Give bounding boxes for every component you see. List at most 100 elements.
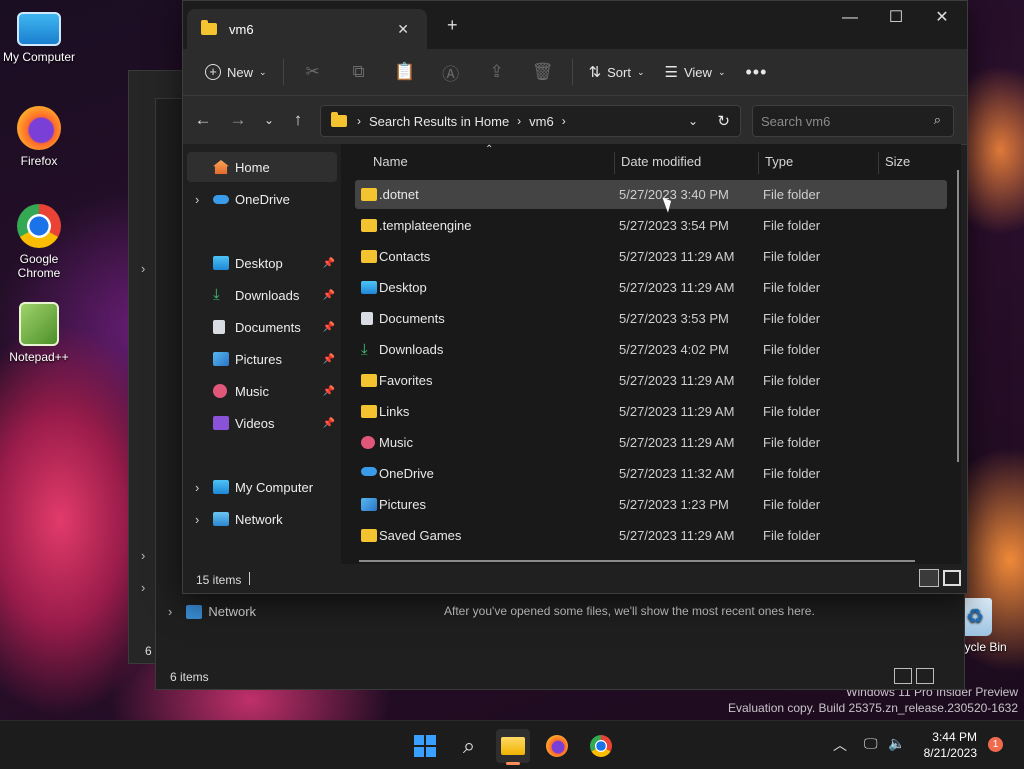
breadcrumb-search-results[interactable]: Search Results in Home xyxy=(369,114,509,129)
close-window-button[interactable]: ✕ xyxy=(919,5,965,31)
desktop-icon-label: My Computer xyxy=(2,50,76,64)
search-taskbar-button[interactable]: ⌕ xyxy=(452,729,486,763)
horizontal-scrollbar[interactable] xyxy=(359,560,915,562)
address-dropdown-icon[interactable]: ⌄ xyxy=(688,114,698,128)
details-view-icon[interactable] xyxy=(919,569,939,587)
file-row[interactable]: Saved Games 5/27/2023 11:29 AM File folder xyxy=(355,521,947,550)
vertical-scrollbar[interactable] xyxy=(957,170,959,462)
desktop-icon-notepadpp[interactable]: Notepad++ xyxy=(0,302,78,364)
show-hidden-icons-button[interactable]: ︿ xyxy=(833,735,847,755)
taskbar: ⌕ ︿ 🖵 🔈 3:44 PM 8/21/2023 1 xyxy=(0,720,1024,769)
file-row[interactable]: Desktop 5/27/2023 11:29 AM File folder xyxy=(355,273,947,302)
video-icon xyxy=(213,416,229,430)
file-row[interactable]: Links 5/27/2023 11:29 AM File folder xyxy=(355,397,947,426)
chevron-right-icon[interactable]: › xyxy=(195,480,213,495)
column-header-name[interactable]: Name xyxy=(373,154,408,169)
chevron-down-icon: ⌄ xyxy=(636,66,645,77)
address-bar[interactable]: › Search Results in Home › vm6 › ⌄ ↻ xyxy=(320,105,741,137)
sidebar-item-my-computer[interactable]: › My Computer xyxy=(187,472,337,502)
desktop-icon-my-computer[interactable]: My Computer xyxy=(0,8,78,64)
search-box[interactable]: ⌕ xyxy=(752,105,954,137)
file-name: Links xyxy=(379,404,410,419)
sidebar-item-documents[interactable]: Documents 📌 xyxy=(187,312,337,342)
sort-button[interactable]: ⇅ Sort ⌄ xyxy=(579,56,655,88)
file-row[interactable]: .templateengine 5/27/2023 3:54 PM File fol… xyxy=(355,211,947,240)
pin-icon[interactable]: 📌 xyxy=(323,322,335,333)
new-tab-button[interactable]: + xyxy=(447,15,458,36)
sidebar-item-downloads[interactable]: ⤓ Downloads 📌 xyxy=(187,280,337,310)
forward-arrow-icon[interactable]: → xyxy=(226,108,250,132)
sidebar-item-home[interactable]: Home xyxy=(187,152,337,182)
file-explorer-taskbar-button[interactable] xyxy=(496,729,530,765)
refresh-icon[interactable]: ↻ xyxy=(717,112,730,130)
sidebar-item-network[interactable]: › Network xyxy=(168,604,256,619)
chevron-right-icon[interactable]: › xyxy=(195,192,213,207)
column-divider[interactable] xyxy=(758,152,759,174)
windows-logo-icon xyxy=(414,735,436,757)
volume-icon[interactable]: 🔈 xyxy=(888,735,905,752)
file-name: Saved Games xyxy=(379,528,462,543)
view-button[interactable]: ☰ View ⌄ xyxy=(655,56,736,88)
file-row[interactable]: ⤓ Downloads 5/27/2023 4:02 PM File folder xyxy=(355,335,947,364)
file-row[interactable]: OneDrive 5/27/2023 11:32 AM File folder xyxy=(355,459,947,488)
file-row[interactable]: Documents 5/27/2023 3:53 PM File folder xyxy=(355,304,947,333)
back-arrow-icon[interactable]: ← xyxy=(191,108,215,132)
firefox-taskbar-button[interactable] xyxy=(540,729,574,763)
clock[interactable]: 3:44 PM 8/21/2023 xyxy=(910,729,990,761)
clock-date: 8/21/2023 xyxy=(923,746,977,760)
search-input[interactable] xyxy=(753,106,923,136)
pin-icon[interactable]: 📌 xyxy=(323,290,335,301)
up-arrow-icon[interactable]: ↑ xyxy=(286,108,310,132)
chevron-right-icon[interactable]: › xyxy=(195,512,213,527)
chrome-taskbar-button[interactable] xyxy=(584,729,618,763)
tiles-view-icon[interactable] xyxy=(943,570,961,586)
network-status-icon[interactable]: 🖵 xyxy=(864,735,878,752)
file-row[interactable]: Music 5/27/2023 11:29 AM File folder xyxy=(355,428,947,457)
column-divider[interactable] xyxy=(878,152,879,174)
column-header-type[interactable]: Type xyxy=(765,154,793,169)
more-options-icon[interactable]: ••• xyxy=(735,56,777,88)
column-divider[interactable] xyxy=(614,152,615,174)
file-row[interactable]: Contacts 5/27/2023 11:29 AM File folder xyxy=(355,242,947,271)
column-header-date[interactable]: Date modified xyxy=(621,154,701,169)
sidebar-item-music[interactable]: Music 📌 xyxy=(187,376,337,406)
maximize-button[interactable]: ☐ xyxy=(873,5,919,31)
file-row[interactable]: .dotnet 5/27/2023 3:40 PM File folder xyxy=(355,180,947,209)
rename-icon[interactable]: Ⓐ xyxy=(428,56,474,88)
start-button[interactable] xyxy=(408,729,442,763)
breadcrumb-vm6[interactable]: vm6 xyxy=(529,114,554,129)
pin-icon[interactable]: 📌 xyxy=(323,354,335,365)
recent-locations-icon[interactable]: ⌄ xyxy=(257,108,281,132)
pin-icon[interactable]: 📌 xyxy=(323,418,335,429)
sidebar-item-label: OneDrive xyxy=(235,191,290,207)
minimize-button[interactable]: — xyxy=(827,5,873,31)
close-tab-icon[interactable]: ✕ xyxy=(397,21,409,38)
copy-icon[interactable]: ⧉ xyxy=(336,56,382,88)
file-row[interactable]: Favorites 5/27/2023 11:29 AM File folder xyxy=(355,366,947,395)
file-date: 5/27/2023 11:29 AM xyxy=(619,280,735,295)
sidebar-item-label: Documents xyxy=(235,319,301,335)
column-header-size[interactable]: Size xyxy=(885,154,910,169)
sidebar-item-onedrive[interactable]: › OneDrive xyxy=(187,184,337,214)
pin-icon[interactable]: 📌 xyxy=(323,386,335,397)
pin-icon[interactable]: 📌 xyxy=(323,258,335,269)
sidebar-item-pictures[interactable]: Pictures 📌 xyxy=(187,344,337,374)
notification-badge[interactable]: 1 xyxy=(988,737,1003,752)
sidebar-item-desktop[interactable]: Desktop 📌 xyxy=(187,248,337,278)
cut-icon[interactable]: ✂ xyxy=(290,56,336,88)
new-button[interactable]: + New ⌄ xyxy=(195,56,277,88)
tab-vm6[interactable]: vm6 ✕ xyxy=(187,9,427,49)
tab-title: vm6 xyxy=(229,21,254,37)
file-row[interactable]: Pictures 5/27/2023 1:23 PM File folder xyxy=(355,490,947,519)
details-view-icon[interactable] xyxy=(894,668,912,684)
file-name: Contacts xyxy=(379,249,431,264)
delete-icon[interactable]: 🗑 xyxy=(520,56,566,88)
desktop-icon-chrome[interactable]: Google Chrome xyxy=(0,204,78,280)
sidebar-item-videos[interactable]: Videos 📌 xyxy=(187,408,337,438)
desktop-icon-firefox[interactable]: Firefox xyxy=(0,106,78,168)
sidebar-item-network[interactable]: › Network xyxy=(187,504,337,534)
share-icon[interactable]: ⇪ xyxy=(474,56,520,88)
paste-icon[interactable]: 📋 xyxy=(382,56,428,88)
search-icon[interactable]: ⌕ xyxy=(934,112,941,128)
tiles-view-icon[interactable] xyxy=(916,668,934,684)
